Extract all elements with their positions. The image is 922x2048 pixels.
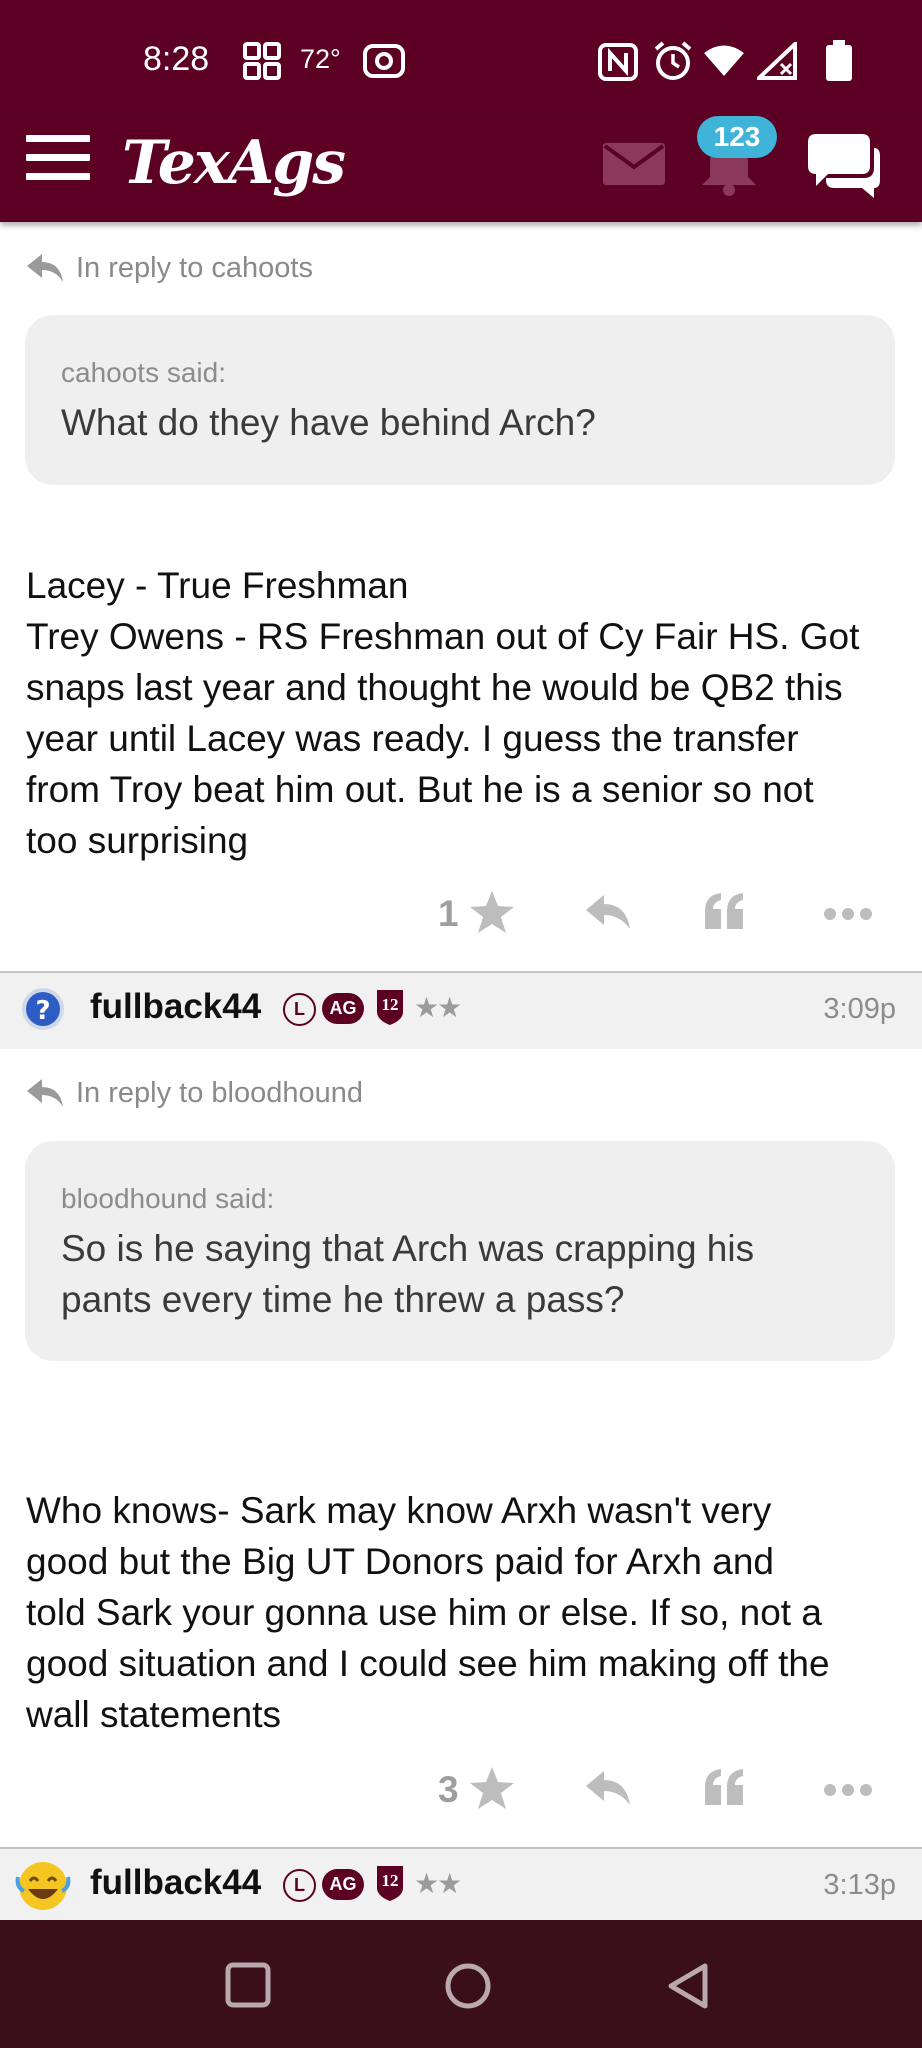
mail-icon[interactable] [603, 143, 665, 190]
quote-block: bloodhound said: So is he saying that Ar… [25, 1141, 895, 1361]
status-bar: 8:28 72° [0, 0, 922, 120]
quote-line: So is he saying that Arch was crapping h… [61, 1228, 755, 1269]
signal-icon [753, 39, 799, 85]
status-temperature: 72° [300, 44, 341, 74]
quote-line: pants every time he threw a pass? [61, 1279, 625, 1320]
laughing-emoji-avatar[interactable] [14, 1857, 72, 1920]
texags-logo[interactable]: TexAgs [122, 128, 346, 198]
post-body-line: Who knows- Sark may know Arxh wasn't ver… [26, 1490, 772, 1531]
vibrate-icon [363, 44, 405, 83]
system-nav-bar [0, 1920, 922, 2048]
post-body-line: too surprising [26, 820, 249, 861]
grid-icon [243, 42, 281, 85]
reply-to-text: In reply to cahoots [76, 251, 313, 284]
alarm-icon [652, 40, 694, 87]
recents-icon[interactable] [225, 1962, 271, 2013]
rank-stars: ★★ [414, 1868, 462, 1899]
post-body-line: snaps last year and thought he would be … [26, 667, 843, 708]
post-body-line: good situation and I could see him makin… [26, 1643, 830, 1684]
l-badge: L [283, 993, 316, 1026]
svg-text:?: ? [35, 996, 50, 1026]
more-icon[interactable] [823, 1783, 873, 1802]
username[interactable]: fullback44 [90, 1863, 261, 1903]
home-icon[interactable] [444, 1962, 492, 2015]
quote-icon[interactable] [703, 1767, 747, 1812]
star-icon[interactable] [468, 889, 516, 940]
twelfth-man-badge: 12 [375, 1864, 405, 1907]
battery-icon [825, 40, 853, 87]
post-time: 3:13p [823, 1869, 896, 1901]
nfc-icon [598, 43, 638, 86]
quote-text: So is he saying that Arch was crapping h… [61, 1223, 855, 1325]
status-time: 8:28 [143, 40, 210, 78]
quote-icon[interactable] [703, 891, 747, 936]
reply-to-text: In reply to bloodhound [76, 1076, 363, 1109]
reply-arrow-icon [27, 254, 63, 282]
menu-icon[interactable] [26, 135, 90, 183]
star-icon[interactable] [468, 1765, 516, 1816]
more-icon[interactable] [823, 907, 873, 926]
post-body-line: wall statements [26, 1694, 281, 1735]
post-header: fullback44 L AG 12 ★★ 3:13p [0, 1847, 922, 1925]
chat-icon[interactable] [798, 128, 882, 205]
reply-to-line[interactable]: In reply to cahoots [26, 248, 313, 288]
ag-badge: AG [322, 1869, 364, 1900]
reply-icon[interactable] [585, 1769, 631, 1812]
quote-block: cahoots said: What do they have behind A… [25, 315, 895, 485]
post-actions: 3 [0, 1761, 922, 1821]
post-header: ? fullback44 L AG 12 ★★ 3:09p [0, 971, 922, 1049]
post-body: Who knows- Sark may know Arxh wasn't ver… [26, 1485, 906, 1740]
reply-icon[interactable] [585, 893, 631, 936]
ag-badge: AG [322, 993, 364, 1024]
post-body-line: Lacey - True Freshman [26, 565, 409, 606]
post-body-line: from Troy beat him out. But he is a seni… [26, 769, 814, 810]
reply-to-line[interactable]: In reply to bloodhound [26, 1073, 363, 1113]
twelfth-man-number: 12 [382, 995, 399, 1014]
quote-text: What do they have behind Arch? [61, 402, 596, 443]
twelfth-man-badge: 12 [375, 988, 405, 1031]
quote-author: cahoots said: [61, 357, 226, 388]
post-time: 3:09p [823, 993, 896, 1025]
star-count: 1 [438, 893, 459, 934]
twelfth-man-number: 12 [382, 1871, 399, 1890]
wifi-icon [703, 44, 745, 83]
quote-author: bloodhound said: [61, 1183, 275, 1214]
post-body-line: told Sark your gonna use him or else. If… [26, 1592, 822, 1633]
username[interactable]: fullback44 [90, 987, 261, 1027]
post-actions: 1 [0, 885, 922, 945]
notification-badge[interactable]: 123 [697, 116, 777, 158]
l-badge: L [283, 1869, 316, 1902]
avatar[interactable]: ? [20, 986, 66, 1037]
rank-stars: ★★ [414, 992, 462, 1023]
post-body: Lacey - True Freshman Trey Owens - RS Fr… [26, 560, 906, 866]
star-count: 3 [438, 1769, 459, 1810]
post-body-line: year until Lacey was ready. I guess the … [26, 718, 799, 759]
post-body-line: good but the Big UT Donors paid for Arxh… [26, 1541, 775, 1582]
back-icon[interactable] [665, 1962, 711, 2015]
post-body-line: Trey Owens - RS Freshman out of Cy Fair … [26, 616, 860, 657]
reply-arrow-icon [27, 1079, 63, 1107]
